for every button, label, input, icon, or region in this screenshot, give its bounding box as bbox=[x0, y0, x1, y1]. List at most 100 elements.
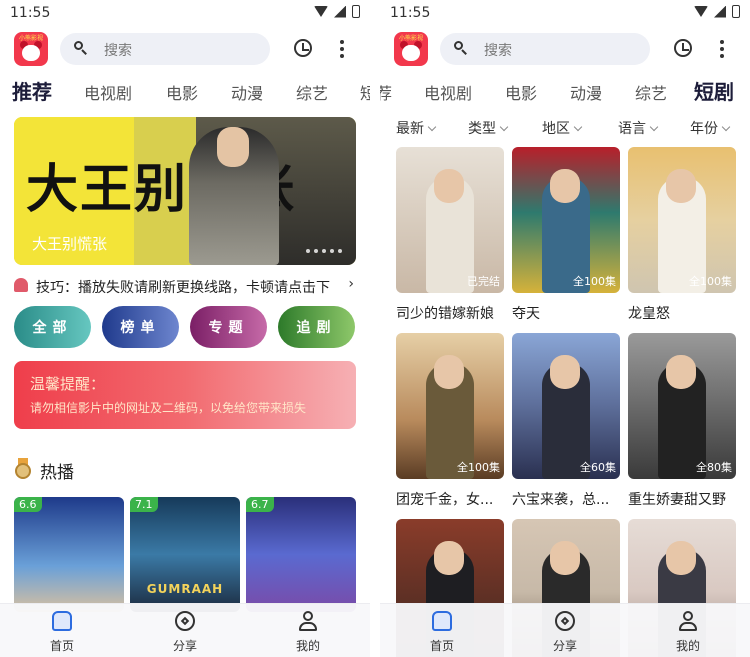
nav-home[interactable]: 首页 bbox=[402, 608, 482, 654]
nav-share[interactable]: 分享 bbox=[525, 608, 605, 654]
more-options-icon[interactable] bbox=[340, 40, 344, 58]
hot-poster[interactable]: 6.6 bbox=[14, 497, 124, 612]
home-icon bbox=[52, 611, 72, 631]
nav-share[interactable]: 分享 bbox=[145, 608, 225, 654]
poster-title: GUMRAAH bbox=[146, 582, 224, 596]
drama-title: 龙皇怒 bbox=[628, 306, 670, 322]
compass-icon bbox=[555, 611, 575, 631]
category-topic-button[interactable]: 专题 bbox=[190, 306, 267, 348]
tip-text: 技巧：播放失败请刷新更换线路，卡顿请点击下 bbox=[36, 280, 330, 296]
medal-icon bbox=[14, 458, 32, 479]
top-bar: 小熊影视 搜索 bbox=[380, 30, 750, 70]
status-time: 11:55 bbox=[10, 5, 51, 21]
chevron-down-icon bbox=[649, 122, 659, 132]
status-time: 11:55 bbox=[390, 5, 431, 21]
top-bar: 小熊影视 搜索 bbox=[0, 30, 370, 70]
status-bar: 11:55 bbox=[0, 0, 370, 26]
more-options-icon[interactable] bbox=[720, 40, 724, 58]
tab-recommend[interactable]: 荐 bbox=[380, 80, 392, 104]
tab-movie[interactable]: 电影 bbox=[505, 80, 537, 104]
battery-icon bbox=[732, 5, 740, 18]
history-icon[interactable] bbox=[674, 39, 692, 57]
nav-home[interactable]: 首页 bbox=[22, 608, 102, 654]
left-screen: 11:55 小熊影视 搜索 推荐 电视剧 电影 动漫 综艺 短 大王别慌张 大王… bbox=[0, 0, 370, 657]
drama-title: 重生娇妻甜又野 bbox=[628, 492, 726, 508]
chevron-down-icon bbox=[499, 122, 509, 132]
notice-body: 请勿相信影片中的网址及二维码，以免给您带来损失 bbox=[30, 401, 307, 415]
nav-mine[interactable]: 我的 bbox=[648, 608, 728, 654]
episode-badge: 全60集 bbox=[580, 461, 616, 474]
user-icon bbox=[678, 611, 698, 631]
bell-icon bbox=[14, 278, 28, 292]
filter-bar: 最新 类型 地区 语言 年份 bbox=[380, 114, 750, 140]
filter-latest[interactable]: 最新 bbox=[396, 118, 437, 138]
hero-banner[interactable]: 大王别慌张 大王别慌张 bbox=[14, 117, 356, 265]
search-icon bbox=[454, 41, 467, 55]
status-bar: 11:55 bbox=[380, 0, 750, 26]
search-placeholder: 搜索 bbox=[104, 43, 132, 59]
episode-badge: 全100集 bbox=[573, 275, 616, 288]
tab-short[interactable]: 短 bbox=[360, 80, 370, 104]
compass-icon bbox=[175, 611, 195, 631]
search-placeholder: 搜索 bbox=[484, 43, 512, 59]
tab-variety[interactable]: 综艺 bbox=[296, 80, 328, 104]
hot-poster[interactable]: 6.7 bbox=[246, 497, 356, 612]
tab-anime[interactable]: 动漫 bbox=[231, 80, 263, 104]
app-logo[interactable]: 小熊影视 bbox=[14, 32, 48, 66]
app-logo-text: 小熊影视 bbox=[398, 35, 423, 42]
episode-badge: 全100集 bbox=[457, 461, 500, 474]
chevron-right-icon: › bbox=[348, 276, 354, 292]
banner-caption: 大王别慌张 bbox=[32, 235, 108, 253]
signal-icon bbox=[714, 5, 726, 18]
battery-icon bbox=[352, 5, 360, 18]
tab-variety[interactable]: 综艺 bbox=[635, 80, 667, 104]
section-title: 热播 bbox=[40, 463, 74, 483]
nav-mine[interactable]: 我的 bbox=[268, 608, 348, 654]
tab-tv[interactable]: 电视剧 bbox=[424, 80, 472, 104]
wifi-icon bbox=[694, 6, 708, 17]
episode-badge: 全80集 bbox=[696, 461, 732, 474]
tab-movie[interactable]: 电影 bbox=[166, 80, 198, 104]
chevron-down-icon bbox=[721, 122, 731, 132]
tab-anime[interactable]: 动漫 bbox=[570, 80, 602, 104]
right-screen: 11:55 小熊影视 搜索 荐 电视剧 电影 动漫 综艺 短剧 最新 类型 地区… bbox=[380, 0, 750, 657]
wifi-icon bbox=[314, 6, 328, 17]
tab-tv[interactable]: 电视剧 bbox=[84, 80, 132, 104]
episode-badge: 已完结 bbox=[467, 275, 500, 288]
category-tabs: 荐 电视剧 电影 动漫 综艺 短剧 bbox=[380, 74, 750, 110]
history-icon[interactable] bbox=[294, 39, 312, 57]
app-logo[interactable]: 小熊影视 bbox=[394, 32, 428, 66]
filter-type[interactable]: 类型 bbox=[468, 118, 509, 138]
bottom-navigation: 首页 分享 我的 bbox=[380, 603, 750, 657]
chevron-down-icon bbox=[573, 122, 583, 132]
score-badge: 6.7 bbox=[246, 497, 274, 512]
category-tabs: 推荐 电视剧 电影 动漫 综艺 短 bbox=[0, 74, 370, 110]
signal-icon bbox=[334, 5, 346, 18]
category-all-button[interactable]: 全部 bbox=[14, 306, 91, 348]
episode-badge: 全100集 bbox=[689, 275, 732, 288]
category-ranking-button[interactable]: 榜单 bbox=[102, 306, 179, 348]
search-input[interactable]: 搜索 bbox=[60, 33, 270, 65]
warning-notice: 温馨提醒： 请勿相信影片中的网址及二维码，以免给您带来损失 bbox=[14, 361, 356, 429]
chevron-down-icon bbox=[427, 122, 437, 132]
user-icon bbox=[298, 611, 318, 631]
app-logo-text: 小熊影视 bbox=[18, 35, 43, 42]
bottom-navigation: 首页 分享 我的 bbox=[0, 603, 370, 657]
category-follow-button[interactable]: 追剧 bbox=[278, 306, 355, 348]
drama-title: 六宝来袭，总... bbox=[512, 492, 610, 508]
home-icon bbox=[432, 611, 452, 631]
hot-poster[interactable]: 7.1 GUMRAAH bbox=[130, 497, 240, 612]
search-icon bbox=[74, 41, 87, 55]
tab-short[interactable]: 短剧 bbox=[694, 76, 734, 105]
score-badge: 6.6 bbox=[14, 497, 42, 512]
drama-title: 夺天 bbox=[512, 306, 540, 322]
filter-year[interactable]: 年份 bbox=[690, 118, 731, 138]
tip-row[interactable]: 技巧：播放失败请刷新更换线路，卡顿请点击下 › bbox=[14, 276, 356, 298]
filter-language[interactable]: 语言 bbox=[618, 118, 659, 138]
tab-recommend[interactable]: 推荐 bbox=[12, 76, 52, 105]
filter-region[interactable]: 地区 bbox=[542, 118, 583, 138]
score-badge: 7.1 bbox=[130, 497, 158, 512]
search-input[interactable]: 搜索 bbox=[440, 33, 650, 65]
drama-title: 司少的错嫁新娘 bbox=[396, 306, 494, 322]
carousel-indicator bbox=[306, 249, 342, 253]
